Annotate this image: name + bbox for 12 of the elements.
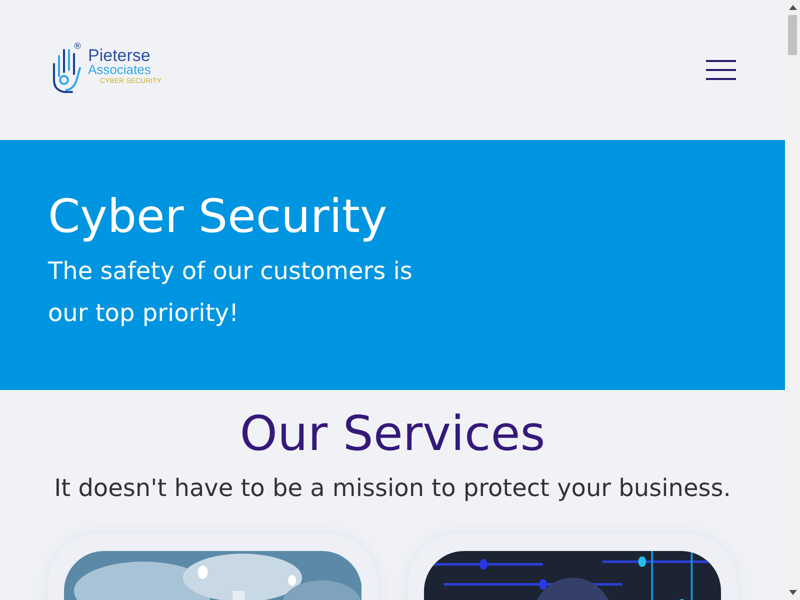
registered-mark: ®	[73, 42, 82, 52]
scrollbar[interactable]	[785, 0, 800, 600]
hero-subtitle: The safety of our customers is our top priority!	[48, 256, 414, 329]
logo-text: Associates	[88, 63, 152, 77]
scroll-up-icon[interactable]	[788, 5, 796, 10]
section-subtitle: It doesn't have to be a mission to protect your business.	[53, 473, 732, 504]
menu-icon	[706, 60, 736, 80]
scrollbar-thumb[interactable]	[788, 15, 797, 55]
hero-title: Cyber Security	[48, 188, 388, 245]
scroll-down-icon[interactable]	[788, 590, 796, 595]
logo-text: Pieterse	[88, 48, 152, 63]
section-title: Our Services	[238, 405, 546, 464]
